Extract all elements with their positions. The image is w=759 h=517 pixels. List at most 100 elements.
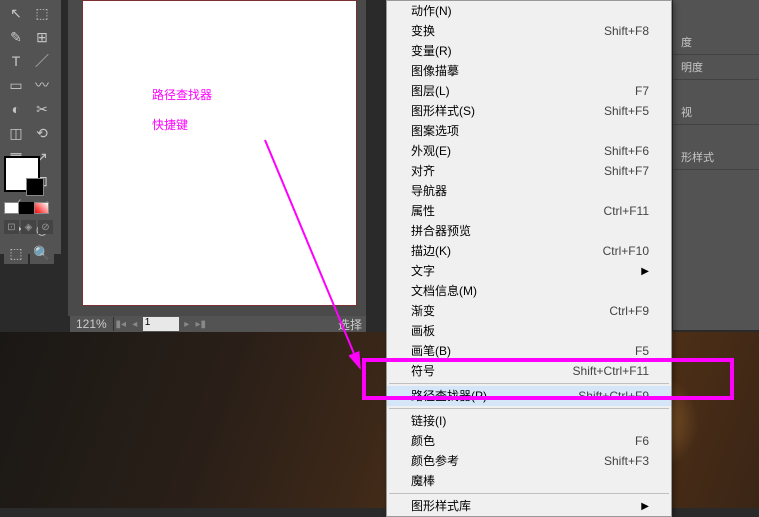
menu-label: 渐变 bbox=[411, 304, 435, 319]
right-panel: 度明度视形样式 bbox=[672, 0, 759, 330]
menu-label: 图形样式(S) bbox=[411, 104, 475, 119]
menu-item[interactable]: 图层(L) F7 bbox=[387, 81, 671, 101]
menu-item[interactable]: 颜色F6 bbox=[387, 431, 671, 451]
menu-item[interactable]: 符号 Shift+Ctrl+F11 bbox=[387, 361, 671, 381]
mini-swatch-none[interactable] bbox=[34, 202, 49, 214]
menu-item[interactable]: 描边(K) Ctrl+F10 bbox=[387, 241, 671, 261]
tool-0[interactable]: ↖ bbox=[4, 2, 28, 24]
canvas-area bbox=[68, 0, 366, 316]
menu-item[interactable]: 图形样式库 ▶ bbox=[387, 496, 671, 516]
menu-item[interactable]: 属性 Ctrl+F11 bbox=[387, 201, 671, 221]
panel-item[interactable]: 明度 bbox=[673, 55, 759, 80]
panel-item[interactable]: 度 bbox=[673, 30, 759, 55]
menu-label: 图层(L) bbox=[411, 84, 450, 99]
menu-shortcut: ▶ bbox=[641, 499, 649, 514]
menu-shortcut: Shift+Ctrl+F9 bbox=[578, 389, 649, 404]
page-input[interactable]: 1 bbox=[143, 317, 179, 331]
menu-label: 路径查找器(P) bbox=[411, 389, 487, 404]
menu-item[interactable]: 路径查找器(P) Shift+Ctrl+F9 bbox=[387, 386, 671, 406]
mini-swatch-black[interactable] bbox=[19, 202, 34, 214]
zoom-level[interactable]: 121% bbox=[70, 317, 114, 331]
mode-icon-0[interactable]: ⊡ bbox=[4, 220, 19, 234]
tool-10[interactable]: ◫ bbox=[4, 122, 28, 144]
menu-item[interactable]: 图像描摹 bbox=[387, 61, 671, 81]
menu-label: 变换 bbox=[411, 24, 435, 39]
menu-item[interactable]: 动作(N) bbox=[387, 1, 671, 21]
menu-label: 外观(E) bbox=[411, 144, 451, 159]
menu-label: 图形样式库 bbox=[411, 499, 471, 514]
menu-shortcut: F6 bbox=[635, 434, 649, 449]
menu-item[interactable]: 画笔(B) F5 bbox=[387, 341, 671, 361]
menu-label: 符号 bbox=[411, 364, 435, 379]
tool-21[interactable]: 🔍 bbox=[30, 242, 54, 264]
tool-2[interactable]: ✎ bbox=[4, 26, 28, 48]
tool-7[interactable]: 〰 bbox=[30, 74, 54, 96]
menu-shortcut: Ctrl+F9 bbox=[609, 304, 649, 319]
menu-label: 图像描摹 bbox=[411, 64, 459, 79]
stroke-color-swatch[interactable] bbox=[26, 178, 44, 196]
menu-item[interactable]: 图形样式(S)Shift+F5 bbox=[387, 101, 671, 121]
menu-label: 文档信息(M) bbox=[411, 284, 477, 299]
menu-item[interactable]: 导航器 bbox=[387, 181, 671, 201]
tool-3[interactable]: ⊞ bbox=[30, 26, 54, 48]
tool-11[interactable]: ⟲ bbox=[30, 122, 54, 144]
tool-5[interactable]: ／ bbox=[30, 50, 54, 72]
tool-4[interactable]: T bbox=[4, 50, 28, 72]
menu-item[interactable]: 文字 ▶ bbox=[387, 261, 671, 281]
menu-item[interactable]: 颜色参考Shift+F3 bbox=[387, 451, 671, 471]
menu-shortcut: Shift+F7 bbox=[604, 164, 649, 179]
menu-item[interactable]: 外观(E) Shift+F6 bbox=[387, 141, 671, 161]
menu-label: 拼合器预览 bbox=[411, 224, 471, 239]
menu-shortcut: ▶ bbox=[641, 264, 649, 279]
menu-label: 图案选项 bbox=[411, 124, 459, 139]
menu-item[interactable]: 变量(R) bbox=[387, 41, 671, 61]
tool-8[interactable]: ◐ bbox=[4, 98, 28, 120]
menu-item[interactable]: 变换 Shift+F8 bbox=[387, 21, 671, 41]
menu-item[interactable]: 画板 bbox=[387, 321, 671, 341]
status-bar: 121% ▮◂ ◂ 1 ▸ ▸▮ 选择 bbox=[70, 316, 366, 332]
nav-last-icon[interactable]: ▸▮ bbox=[194, 317, 208, 331]
menu-label: 颜色参考 bbox=[411, 454, 459, 469]
tool-20[interactable]: ⬚ bbox=[4, 242, 28, 264]
menu-label: 链接(I) bbox=[411, 414, 446, 429]
tool-9[interactable]: ✂ bbox=[30, 98, 54, 120]
menu-shortcut: F7 bbox=[635, 84, 649, 99]
tool-6[interactable]: ▭ bbox=[4, 74, 28, 96]
menu-item[interactable]: 图案选项 bbox=[387, 121, 671, 141]
nav-next-icon[interactable]: ▸ bbox=[180, 317, 194, 331]
menu-label: 属性 bbox=[411, 204, 435, 219]
menu-shortcut: Shift+Ctrl+F11 bbox=[573, 364, 649, 379]
menu-label: 对齐 bbox=[411, 164, 435, 179]
menu-label: 魔棒 bbox=[411, 474, 435, 489]
menu-item[interactable]: 文档信息(M) bbox=[387, 281, 671, 301]
menu-item[interactable]: 拼合器预览 bbox=[387, 221, 671, 241]
menu-item[interactable]: 魔棒 bbox=[387, 471, 671, 491]
mini-swatch-white[interactable] bbox=[4, 202, 19, 214]
menu-label: 导航器 bbox=[411, 184, 447, 199]
mode-icon-1[interactable]: ◈ bbox=[21, 220, 36, 234]
menu-shortcut: Ctrl+F10 bbox=[603, 244, 649, 259]
menu-item[interactable]: 渐变 Ctrl+F9 bbox=[387, 301, 671, 321]
menu-shortcut: F5 bbox=[635, 344, 649, 359]
menu-label: 变量(R) bbox=[411, 44, 452, 59]
menu-item[interactable]: 对齐 Shift+F7 bbox=[387, 161, 671, 181]
panel-item[interactable]: 视 bbox=[673, 100, 759, 125]
artboard[interactable] bbox=[82, 0, 357, 306]
window-menu: 动作(N)变换Shift+F8变量(R)图像描摹图层(L)F7图形样式(S)Sh… bbox=[386, 0, 672, 517]
status-text: 选择 bbox=[338, 316, 366, 333]
mode-icon-2[interactable]: ⊘ bbox=[38, 220, 53, 234]
tool-1[interactable]: ⬚ bbox=[30, 2, 54, 24]
menu-item[interactable]: 链接(I) bbox=[387, 411, 671, 431]
menu-label: 描边(K) bbox=[411, 244, 451, 259]
menu-label: 画笔(B) bbox=[411, 344, 451, 359]
panel-item[interactable]: 形样式 bbox=[673, 145, 759, 170]
menu-shortcut: Shift+F8 bbox=[604, 24, 649, 39]
menu-shortcut: Ctrl+F11 bbox=[604, 204, 649, 219]
menu-label: 动作(N) bbox=[411, 4, 452, 19]
menu-shortcut: Shift+F6 bbox=[604, 144, 649, 159]
color-section: ⊡◈⊘ bbox=[4, 156, 54, 234]
nav-first-icon[interactable]: ▮◂ bbox=[114, 317, 128, 331]
menu-label: 画板 bbox=[411, 324, 435, 339]
menu-label: 文字 bbox=[411, 264, 435, 279]
nav-prev-icon[interactable]: ◂ bbox=[128, 317, 142, 331]
